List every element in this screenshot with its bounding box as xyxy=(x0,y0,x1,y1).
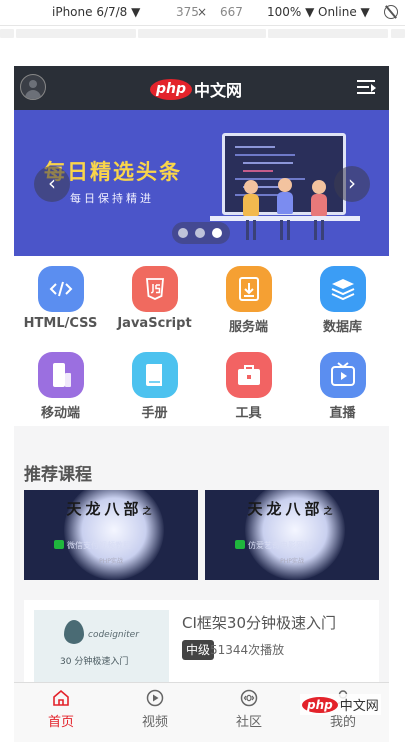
carousel-dot[interactable] xyxy=(212,228,222,238)
tab-label: 社区 xyxy=(235,715,262,730)
banner-person xyxy=(244,180,258,194)
featured-title: 天龙八部之 xyxy=(247,500,337,518)
mobile-viewport: php 中文网 每日精选头条 每日保持精进 ‹ › HTML/CSS JavaSc… xyxy=(14,66,389,742)
viewport-height-input[interactable]: 667 xyxy=(220,5,243,19)
banner-carousel[interactable]: 每日精选头条 每日保持精进 ‹ › xyxy=(14,110,389,256)
menu-icon[interactable] xyxy=(357,80,376,95)
course-thumb-caption: 30 分钟极速入门 xyxy=(60,657,129,667)
course-play-count: 51344次播放 xyxy=(210,643,285,657)
device-select[interactable]: iPhone 6/7/8 ▼ xyxy=(52,5,140,19)
dimension-separator: × xyxy=(197,5,208,19)
category-label: JavaScript xyxy=(117,316,192,331)
code-icon xyxy=(38,266,84,312)
banner-subline: 每日保持精进 xyxy=(70,192,154,205)
tab-community[interactable]: 社区 xyxy=(202,683,296,742)
rotate-icon[interactable] xyxy=(384,5,398,19)
carousel-dot[interactable] xyxy=(178,228,188,238)
home-icon xyxy=(53,689,69,706)
carousel-next-button[interactable]: › xyxy=(334,166,370,202)
banner-person xyxy=(278,178,292,192)
devtools-device-toolbar: iPhone 6/7/8 ▼ 375 × 667 100% ▼ Online ▼ xyxy=(0,0,405,26)
tab-label: 首页 xyxy=(47,715,74,730)
carousel-prev-button[interactable]: ‹ xyxy=(34,166,70,202)
logo-text: 中文网 xyxy=(194,81,243,100)
codeigniter-flame-icon xyxy=(64,620,84,644)
network-throttle-select[interactable]: Online ▼ xyxy=(318,5,370,19)
featured-title: 天龙八部之 xyxy=(66,500,156,518)
course-thumbnail: codeigniter 30 分钟极速入门 xyxy=(34,610,169,690)
carousel-indicator xyxy=(172,222,230,244)
category-label: 工具 xyxy=(235,406,262,421)
category-label: 直播 xyxy=(329,406,356,421)
banner-illustration-desk xyxy=(210,216,360,221)
zoom-select[interactable]: 100% ▼ xyxy=(267,5,314,19)
tab-label: 视频 xyxy=(141,715,168,730)
tv-play-icon xyxy=(320,352,366,398)
featured-badge: PHP实战 xyxy=(99,558,123,565)
featured-subtitle: 仿爱艺奇电影网站 xyxy=(235,540,312,551)
featured-course-card[interactable]: 天龙八部之 仿爱艺奇电影网站 PHP实战 xyxy=(205,490,379,580)
book-icon xyxy=(132,352,178,398)
banner-person xyxy=(312,180,326,194)
featured-badge: PHP实战 xyxy=(280,558,304,565)
featured-course-card[interactable]: 天龙八部之 微信支付视频教程 PHP实战 xyxy=(24,490,198,580)
tab-video[interactable]: 视频 xyxy=(108,683,202,742)
course-list-item[interactable]: codeigniter 30 分钟极速入门 CI框架30分钟极速入门 中级 51… xyxy=(24,600,379,690)
featured-subtitle: 微信支付视频教程 xyxy=(54,540,131,551)
category-grid: HTML/CSS JavaScript 服务端 数据库移动端 手册 工具 直播 xyxy=(14,256,389,426)
database-layers-icon xyxy=(320,266,366,312)
mobile-icon xyxy=(38,352,84,398)
app-header: php 中文网 xyxy=(14,66,389,110)
toolbox-icon xyxy=(226,352,272,398)
media-query-ruler xyxy=(0,27,405,40)
js-icon xyxy=(132,266,178,312)
course-thumb-brand: codeigniter xyxy=(88,630,139,640)
site-logo[interactable]: php 中文网 xyxy=(150,77,242,101)
logo-php: php xyxy=(150,78,193,100)
server-download-icon xyxy=(226,266,272,312)
tab-home[interactable]: 首页 xyxy=(14,683,108,742)
category-label: 手册 xyxy=(141,406,168,421)
avatar[interactable] xyxy=(20,74,46,100)
category-label: 移动端 xyxy=(40,406,80,421)
community-icon xyxy=(240,689,258,707)
category-label: 数据库 xyxy=(322,320,362,335)
watermark-logo: php 中文网 xyxy=(300,694,381,715)
play-circle-icon xyxy=(146,689,164,707)
category-label: HTML/CSS xyxy=(23,316,98,331)
section-title-recommended: 推荐课程 xyxy=(24,465,92,485)
course-title: CI框架30分钟极速入门 xyxy=(182,614,336,632)
category-label: 服务端 xyxy=(228,320,268,335)
carousel-dot[interactable] xyxy=(195,228,205,238)
viewport-top-margin xyxy=(14,40,389,66)
viewport-width-input[interactable]: 375 xyxy=(176,5,199,19)
